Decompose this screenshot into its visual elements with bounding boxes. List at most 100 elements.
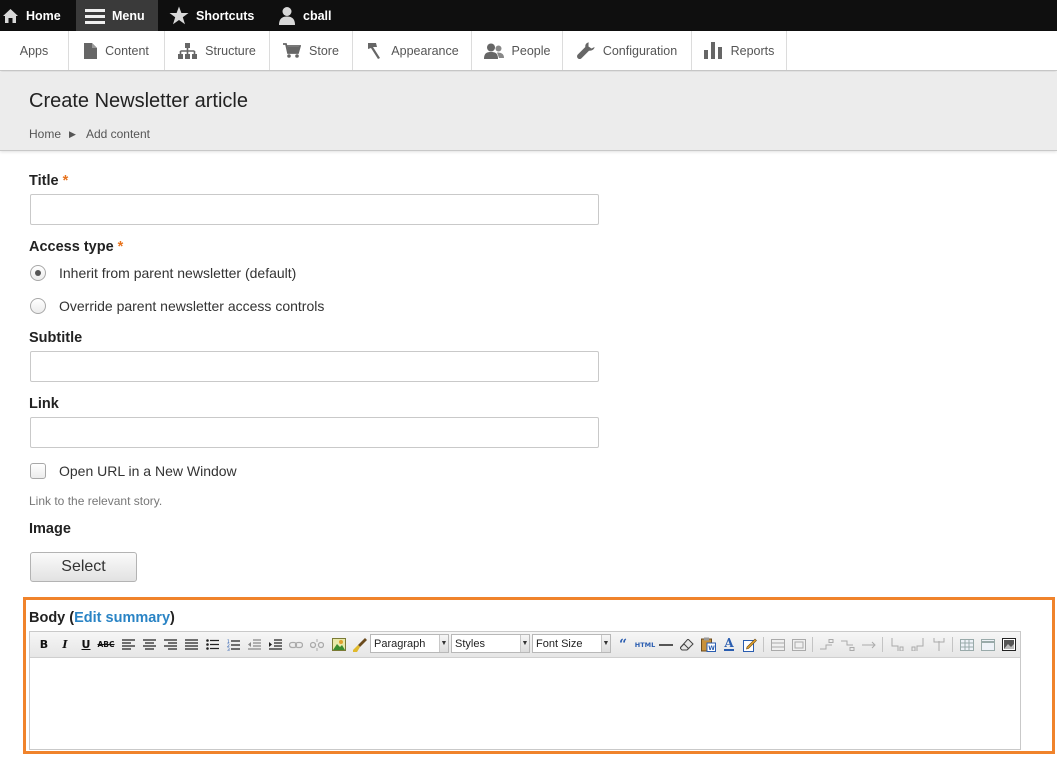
access-type-label-text: Access type xyxy=(29,239,114,255)
italic-icon[interactable]: I xyxy=(57,636,73,653)
outdent-icon[interactable] xyxy=(246,636,262,653)
open-new-window-checkbox[interactable] xyxy=(30,463,46,479)
table-cell-icon[interactable] xyxy=(791,636,807,653)
unlink-icon[interactable] xyxy=(309,636,325,653)
star-icon xyxy=(169,6,189,25)
html-icon[interactable]: HTML xyxy=(635,636,655,653)
tray-item-configuration[interactable]: Configuration xyxy=(563,31,692,70)
justify-icon[interactable] xyxy=(183,636,199,653)
body-label: Body (Edit summary) xyxy=(29,610,175,626)
hamburger-icon xyxy=(85,8,105,24)
bold-icon[interactable]: B xyxy=(36,636,52,653)
insert-column-after-icon[interactable] xyxy=(910,636,926,653)
breadcrumb: Home ▶ Add content xyxy=(29,127,150,141)
horizontal-rule-icon[interactable] xyxy=(658,636,674,653)
bullet-list-icon[interactable] xyxy=(204,636,220,653)
insert-column-before-icon[interactable] xyxy=(889,636,905,653)
toolbar-separator xyxy=(763,637,764,652)
edit-icon[interactable] xyxy=(742,636,758,653)
styles-select-value: Styles xyxy=(455,637,485,650)
open-new-window-option[interactable]: Open URL in a New Window xyxy=(30,463,237,479)
chevron-down-icon: ▼ xyxy=(520,635,529,652)
tray-item-structure[interactable]: Structure xyxy=(165,31,270,70)
people-icon xyxy=(483,43,504,59)
admin-menu-tray: Apps Content Structure Store Appearance … xyxy=(0,31,1057,71)
delete-row-icon[interactable] xyxy=(861,636,877,653)
link-input[interactable] xyxy=(30,417,599,448)
toolbar-home-label: Home xyxy=(26,8,61,23)
font-size-select[interactable]: Font Size ▼ xyxy=(532,634,611,653)
tray-item-apps[interactable]: Apps xyxy=(0,31,69,70)
link-label: Link xyxy=(29,396,59,412)
chevron-down-icon: ▼ xyxy=(439,635,448,652)
wrench-icon xyxy=(576,42,595,59)
font-color-icon[interactable]: A xyxy=(721,636,737,653)
image-label: Image xyxy=(29,521,71,537)
styles-select[interactable]: Styles ▼ xyxy=(451,634,530,653)
breadcrumb-home[interactable]: Home xyxy=(29,127,61,141)
table-properties-icon[interactable] xyxy=(980,636,996,653)
align-center-icon[interactable] xyxy=(141,636,157,653)
tray-item-store[interactable]: Store xyxy=(270,31,353,70)
align-left-icon[interactable] xyxy=(120,636,136,653)
cleanup-icon[interactable] xyxy=(352,636,368,653)
insert-row-before-icon[interactable] xyxy=(819,636,835,653)
insert-row-after-icon[interactable] xyxy=(840,636,856,653)
paste-word-icon[interactable]: W xyxy=(700,636,716,653)
access-option-label: Inherit from parent newsletter (default) xyxy=(59,265,297,281)
radio-inherit[interactable] xyxy=(30,265,46,281)
access-option-override[interactable]: Override parent newsletter access contro… xyxy=(30,298,324,314)
toolbar-user-label: cball xyxy=(303,8,332,23)
toolbar-separator xyxy=(882,637,883,652)
toolbar-shortcuts[interactable]: Shortcuts xyxy=(169,0,265,31)
tray-item-people[interactable]: People xyxy=(472,31,563,70)
tray-item-label: Appearance xyxy=(391,43,459,58)
link-icon[interactable] xyxy=(288,636,304,653)
underline-icon[interactable]: U xyxy=(78,636,94,653)
access-option-inherit[interactable]: Inherit from parent newsletter (default) xyxy=(30,265,296,281)
tray-item-label: Store xyxy=(309,43,339,58)
breadcrumb-separator-icon: ▶ xyxy=(69,128,76,139)
toolbar-menu[interactable]: Menu xyxy=(76,0,158,31)
body-text-area[interactable] xyxy=(30,659,1020,749)
tray-item-appearance[interactable]: Appearance xyxy=(353,31,472,70)
format-select[interactable]: Paragraph ▼ xyxy=(370,634,449,653)
page-title: Create Newsletter article xyxy=(29,90,248,112)
toolbar-shortcuts-label: Shortcuts xyxy=(196,8,255,23)
image-icon[interactable] xyxy=(331,636,347,653)
title-input[interactable] xyxy=(30,194,599,225)
hammer-icon xyxy=(368,43,381,59)
toolbar-user[interactable]: cball xyxy=(278,0,348,31)
numbered-list-icon[interactable]: 123 xyxy=(225,636,241,653)
tray-item-label: Structure xyxy=(205,43,256,58)
blockquote-icon[interactable]: “ xyxy=(615,636,631,653)
toolbar-home[interactable]: Home xyxy=(0,0,67,31)
access-type-label: Access type * xyxy=(29,239,123,255)
editor-toolbar: B I U ABC 123 Paragraph ▼ Styles ▼ Font … xyxy=(30,632,1020,658)
tray-item-content[interactable]: Content xyxy=(69,31,165,70)
media-icon[interactable] xyxy=(1001,636,1017,653)
tray-item-reports[interactable]: Reports xyxy=(692,31,787,70)
tray-item-label: Reports xyxy=(730,43,775,58)
tray-item-label: Apps xyxy=(19,43,49,58)
align-right-icon[interactable] xyxy=(162,636,178,653)
svg-text:3: 3 xyxy=(227,647,230,651)
toolbar-separator xyxy=(952,637,953,652)
access-option-label: Override parent newsletter access contro… xyxy=(59,298,325,314)
breadcrumb-add-content[interactable]: Add content xyxy=(86,127,150,141)
admin-toolbar: Home Menu Shortcuts cball xyxy=(0,0,1057,31)
remove-format-icon[interactable] xyxy=(679,636,695,653)
strikethrough-icon[interactable]: ABC xyxy=(97,636,114,653)
delete-column-icon[interactable] xyxy=(931,636,947,653)
radio-override[interactable] xyxy=(30,298,46,314)
edit-summary-link[interactable]: Edit summary xyxy=(74,610,170,626)
open-new-window-label: Open URL in a New Window xyxy=(59,463,237,479)
format-select-value: Paragraph xyxy=(374,637,426,650)
table-row-icon[interactable] xyxy=(770,636,786,653)
image-select-button[interactable]: Select xyxy=(30,552,137,582)
subtitle-input[interactable] xyxy=(30,351,599,382)
page-header: Create Newsletter article Home ▶ Add con… xyxy=(0,72,1057,151)
indent-icon[interactable] xyxy=(267,636,283,653)
table-icon[interactable] xyxy=(959,636,975,653)
bar-chart-icon xyxy=(703,42,722,59)
